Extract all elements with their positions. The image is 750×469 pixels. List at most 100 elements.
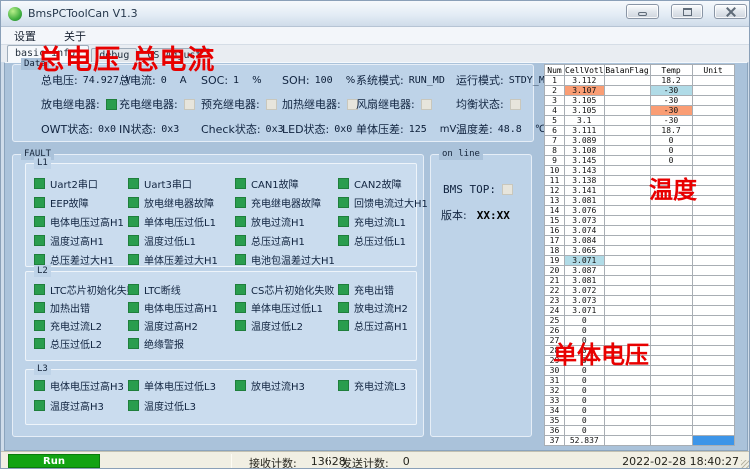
table-row[interactable]: 183.065 [545, 246, 735, 256]
fault-item: Uart2串口 [34, 176, 98, 191]
table-cell [692, 346, 734, 356]
table-row[interactable]: 123.141 [545, 186, 735, 196]
fault-group-l2: L2LTC芯片初始化失败加热出错充电过流L2总压过低L2LTC断线电体电压过高H… [25, 271, 417, 361]
table-cell [692, 266, 734, 276]
tx-value: 0 [403, 455, 410, 469]
table-row[interactable]: 83.1080 [545, 146, 735, 156]
table-row[interactable]: 243.071 [545, 306, 735, 316]
table-row[interactable]: 153.073 [545, 216, 735, 226]
table-row[interactable]: 93.1450 [545, 156, 735, 166]
fault-item: 单体电压过低L1 [235, 300, 323, 315]
field-value: 48.8 [498, 124, 522, 135]
table-cell [604, 196, 650, 206]
close-button[interactable] [714, 4, 747, 19]
table-row[interactable]: 350 [545, 416, 735, 426]
table-row[interactable]: 73.0890 [545, 136, 735, 146]
table-cell [604, 136, 650, 146]
column-header[interactable]: CellVotl [565, 65, 605, 76]
table-row[interactable]: 3752.837 [545, 436, 735, 446]
table-header-row: NumCellVotlBalanFlagTempUnit [545, 65, 735, 76]
table-row[interactable]: 320 [545, 386, 735, 396]
table-row[interactable]: 340 [545, 406, 735, 416]
table-row[interactable]: 53.1-30 [545, 116, 735, 126]
field-unit: % [346, 75, 356, 86]
table-cell [692, 416, 734, 426]
table-row[interactable]: 213.081 [545, 276, 735, 286]
table-cell [692, 356, 734, 366]
fault-status-icon [235, 320, 246, 331]
data-field: 系统模式:RUN_MD [356, 73, 445, 87]
table-row[interactable]: 193.071 [545, 256, 735, 266]
table-row[interactable]: 223.072 [545, 286, 735, 296]
table-row[interactable]: 203.087 [545, 266, 735, 276]
table-cell: 3.072 [565, 286, 605, 296]
group-title: L1 [34, 157, 51, 169]
fault-label: 电体电压过高H3 [50, 378, 124, 393]
table-cell [604, 426, 650, 436]
field-label: 充电继电器: [119, 96, 178, 112]
field-value: RUN_MD [409, 75, 445, 86]
table-row[interactable]: 33.105-30 [545, 96, 735, 106]
table-row[interactable]: 113.138 [545, 176, 735, 186]
table-row[interactable]: 260 [545, 326, 735, 336]
field-label: LED状态: [282, 121, 329, 137]
table-cell [692, 86, 734, 96]
column-header[interactable]: Num [545, 65, 565, 76]
table-cell: 3.071 [565, 256, 605, 266]
fault-status-icon [235, 178, 246, 189]
table-row[interactable]: 63.11118.7 [545, 126, 735, 136]
fault-label: 温度过高H1 [50, 233, 104, 248]
table-row[interactable]: 173.084 [545, 236, 735, 246]
column-header[interactable]: Temp [650, 65, 692, 76]
menu-item[interactable]: 设置 [11, 27, 39, 45]
table-row[interactable]: 250 [545, 316, 735, 326]
table-row[interactable]: 103.143 [545, 166, 735, 176]
table-cell [692, 406, 734, 416]
column-header[interactable]: BalanFlag [604, 65, 650, 76]
table-cell [650, 226, 692, 236]
fault-status-icon [235, 197, 246, 208]
table-cell [650, 286, 692, 296]
table-row[interactable]: 310 [545, 376, 735, 386]
table-row[interactable]: 133.081 [545, 196, 735, 206]
table-row[interactable]: 43.105-30 [545, 106, 735, 116]
fault-label: 绝缘警报 [144, 336, 184, 351]
table-row[interactable]: 13.11218.2 [545, 76, 735, 86]
table-cell [650, 246, 692, 256]
data-field: 均衡状态: [456, 97, 521, 111]
table-row[interactable]: 143.076 [545, 206, 735, 216]
data-field: 单体压差:125mV [356, 122, 456, 136]
minimize-button[interactable] [626, 4, 659, 19]
table-cell [604, 296, 650, 306]
table-cell: 24 [545, 306, 565, 316]
table-cell: 11 [545, 176, 565, 186]
table-row[interactable]: 233.073 [545, 296, 735, 306]
table-cell: 2 [545, 86, 565, 96]
fault-item: 单体电压过低L1 [128, 214, 216, 229]
tx-counter: 发送计数: 0 [341, 455, 410, 469]
column-header[interactable]: Unit [692, 65, 734, 76]
window-title: BmsPCToolCan V1.3 [28, 7, 138, 20]
maximize-button[interactable] [671, 4, 703, 19]
table-row[interactable]: 163.074 [545, 226, 735, 236]
table-row[interactable]: 23.107-30 [545, 86, 735, 96]
maximize-icon [683, 8, 692, 16]
table-cell: 8 [545, 146, 565, 156]
table-cell [604, 286, 650, 296]
resize-grip-icon[interactable] [741, 460, 750, 469]
field-label: 风扇继电器: [356, 96, 415, 112]
table-row[interactable]: 360 [545, 426, 735, 436]
fault-item: 总压过高H1 [338, 318, 408, 333]
fault-item: 充电过流L2 [34, 318, 102, 333]
table-cell [692, 366, 734, 376]
fault-item: 绝缘警报 [128, 336, 184, 351]
fault-label: 放电过流H2 [354, 300, 408, 315]
table-cell: 20 [545, 266, 565, 276]
table-cell: 0 [565, 376, 605, 386]
table-row[interactable]: 330 [545, 396, 735, 406]
field-value: 1 [233, 75, 239, 86]
table-cell [604, 406, 650, 416]
cell-table[interactable]: NumCellVotlBalanFlagTempUnit13.11218.223… [544, 64, 735, 446]
table-cell: 18.7 [650, 126, 692, 136]
table-cell [692, 236, 734, 246]
